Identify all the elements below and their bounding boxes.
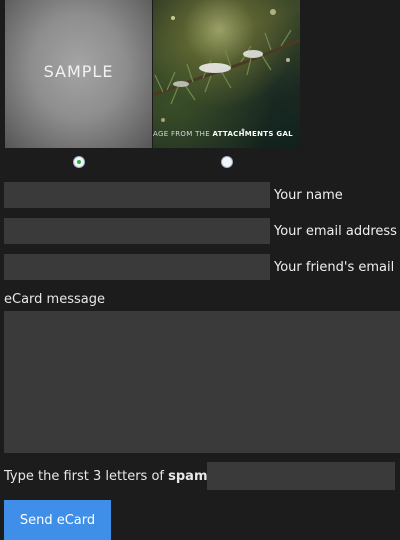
select-photo-radio[interactable]	[221, 156, 233, 168]
your-email-input[interactable]	[4, 218, 270, 244]
send-ecard-button[interactable]: Send eCard	[4, 500, 111, 540]
your-name-input[interactable]	[4, 182, 270, 208]
select-sample-radio[interactable]	[73, 156, 85, 168]
spam-check-label: Type the first 3 letters of spam	[4, 469, 208, 484]
ecard-message-label: eCard message	[4, 292, 105, 307]
pine-branch-image-card[interactable]: AGE FROM THE ATTACHMENTS GAL	[153, 0, 300, 148]
sample-image-card[interactable]: SAMPLE	[5, 0, 152, 148]
sample-image-text: SAMPLE	[43, 62, 114, 81]
friend-email-input[interactable]	[4, 254, 270, 280]
friend-email-label: Your friend's email	[274, 260, 395, 275]
your-email-label: Your email address	[274, 224, 397, 239]
ecard-message-textarea[interactable]	[4, 311, 400, 453]
spam-check-input[interactable]	[207, 462, 395, 490]
your-name-label: Your name	[274, 188, 343, 203]
pine-branch-photo	[153, 9, 300, 132]
photo-caption: AGE FROM THE ATTACHMENTS GAL	[153, 130, 293, 138]
